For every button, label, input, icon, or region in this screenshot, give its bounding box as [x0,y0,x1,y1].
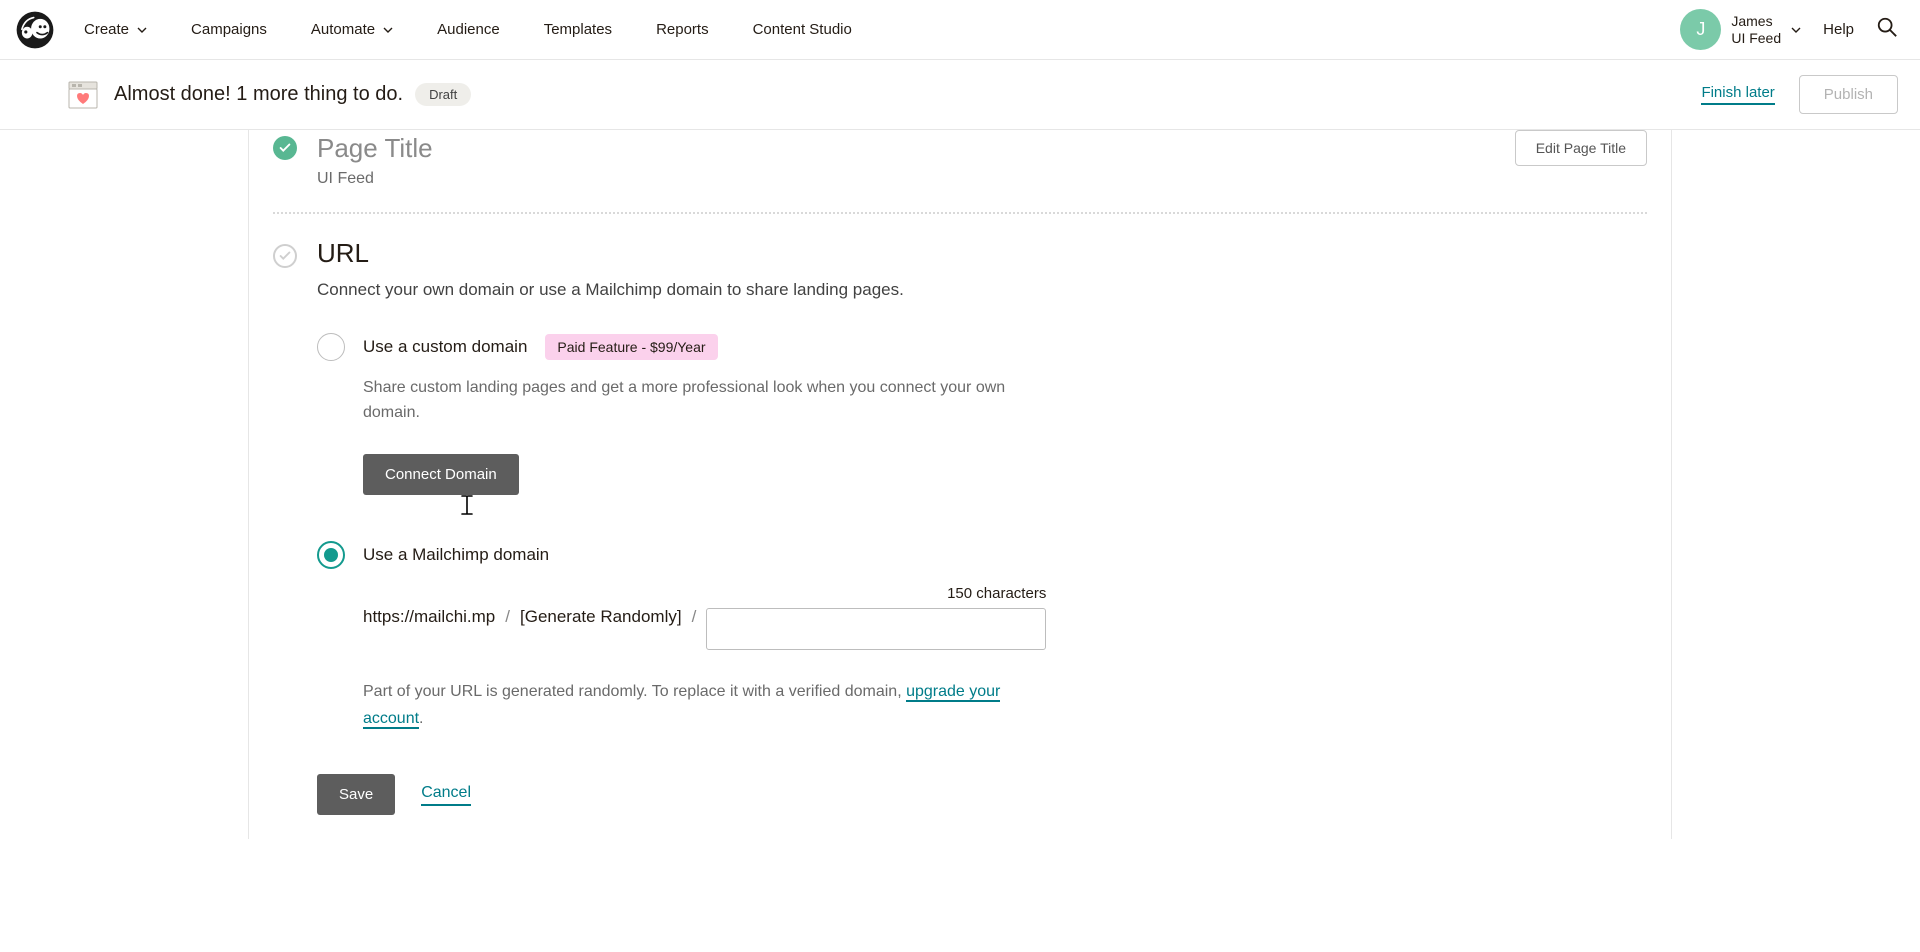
check-icon [278,249,292,263]
notice-text-a: Part of your URL is generated randomly. … [363,683,906,700]
chevron-down-icon [383,25,393,35]
nav-create[interactable]: Create [84,21,147,38]
section-heading: URL [317,238,1647,269]
section-url: URL Connect your own domain or use a Mai… [249,214,1671,839]
avatar-initial: J [1696,19,1705,40]
option-custom-domain[interactable]: Use a custom domain Paid Feature - $99/Y… [317,333,1647,361]
chevron-down-icon [1791,25,1801,35]
upgrade-notice: Part of your URL is generated randomly. … [363,678,1053,732]
search-button[interactable] [1876,16,1898,43]
cancel-link[interactable]: Cancel [421,784,471,806]
save-button[interactable]: Save [317,774,395,815]
option-label: Use a custom domain [363,337,527,357]
search-icon [1876,16,1898,38]
page-icon [68,81,98,109]
account-names: James UI Feed [1731,13,1781,47]
chevron-down-icon [137,25,147,35]
option-mailchimp-domain[interactable]: Use a Mailchimp domain [317,541,1647,569]
paid-feature-badge: Paid Feature - $99/Year [545,334,717,360]
url-slash: / [505,607,510,627]
section-description: Connect your own domain or use a Mailchi… [317,277,1647,303]
mailchimp-logo-icon [14,9,56,51]
nav-templates[interactable]: Templates [544,21,612,38]
nav-label: Content Studio [753,21,852,38]
calendar-heart-icon [68,81,98,109]
url-slug-input[interactable] [706,608,1046,650]
nav-audience[interactable]: Audience [437,21,500,38]
nav-label: Reports [656,21,709,38]
section-page-title: Page Title Edit Page Title UI Feed [249,130,1671,212]
nav-content-studio[interactable]: Content Studio [753,21,852,38]
url-base: https://mailchi.mp [363,607,495,627]
user-name: James [1731,13,1781,30]
nav-label: Campaigns [191,21,267,38]
nav-campaigns[interactable]: Campaigns [191,21,267,38]
radio-custom-domain[interactable] [317,333,345,361]
status-pill: Draft [415,83,471,106]
nav-label: Audience [437,21,500,38]
nav-links: Create Campaigns Automate Audience Templ… [84,21,852,38]
url-random-segment: [Generate Randomly] [520,607,682,627]
brand-logo[interactable] [14,9,56,51]
url-slash: / [692,607,697,627]
publish-button[interactable]: Publish [1799,75,1898,114]
nav-label: Create [84,21,129,38]
nav-reports[interactable]: Reports [656,21,709,38]
help-label: Help [1823,21,1854,38]
sub-bar: Almost done! 1 more thing to do. Draft F… [0,60,1920,130]
account-name: UI Feed [1731,30,1781,47]
connect-domain-button[interactable]: Connect Domain [363,454,519,495]
nav-label: Automate [311,21,375,38]
main-panel: Page Title Edit Page Title UI Feed URL C… [248,130,1672,839]
status-open-icon [273,244,297,268]
status-check-icon [273,136,297,160]
option-description: Share custom landing pages and get a mor… [363,375,1063,426]
finish-later-link[interactable]: Finish later [1701,84,1774,105]
avatar: J [1680,9,1721,50]
notice-text-b: . [419,710,423,727]
option-label: Use a Mailchimp domain [363,545,549,565]
page-setup-title: Almost done! 1 more thing to do. [114,83,403,106]
account-menu[interactable]: J James UI Feed [1680,9,1801,50]
top-nav: Create Campaigns Automate Audience Templ… [0,0,1920,60]
user-cluster: J James UI Feed Help [1680,9,1898,50]
char-count: 150 characters [947,585,1046,602]
status-label: Draft [429,87,457,102]
nav-label: Templates [544,21,612,38]
edit-page-title-button[interactable]: Edit Page Title [1515,130,1647,166]
section-actions: Save Cancel [317,774,1647,815]
help-link[interactable]: Help [1823,21,1854,38]
radio-mailchimp-domain[interactable] [317,541,345,569]
check-icon [278,141,292,155]
section-heading: Page Title [317,133,433,164]
page-title-value: UI Feed [317,170,1647,188]
url-builder-row: https://mailchi.mp / [Generate Randomly]… [363,585,1647,650]
nav-automate[interactable]: Automate [311,21,393,38]
